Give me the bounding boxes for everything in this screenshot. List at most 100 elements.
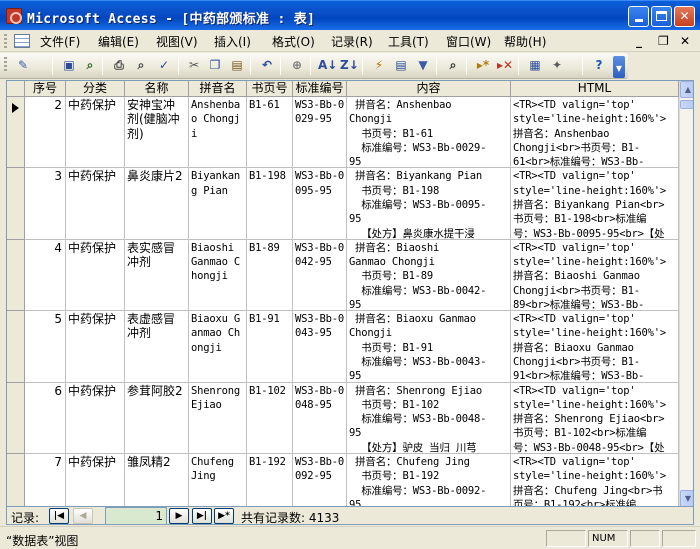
table-cell-name[interactable]: 鼻炎康片2 <box>125 168 189 240</box>
table-cell-seq[interactable]: 4 <box>25 239 66 312</box>
table-cell-content[interactable]: 拼音名：Shenrong Ejiao 书页号：B1-102 标准编号：WS3-B… <box>347 382 511 454</box>
table-cell-name[interactable]: 雏凤精2 <box>125 454 189 506</box>
column-header-col-pinyin[interactable]: 拼音名 <box>189 81 247 97</box>
table-cell-std[interactable]: WS3-Bb-0029-95 <box>293 97 347 169</box>
table-cell-category[interactable]: 中药保护 <box>66 97 125 169</box>
column-header-col-content[interactable]: 内容 <box>347 81 511 97</box>
file-search-icon[interactable]: ⌕ <box>81 57 99 74</box>
help-icon[interactable]: ? <box>590 57 608 74</box>
document-window-icon[interactable] <box>14 34 30 48</box>
column-header-col-seq[interactable]: 序号 <box>25 81 66 97</box>
cut-icon[interactable]: ✂ <box>185 57 203 74</box>
apply-filter-icon[interactable]: ▼ <box>414 57 432 74</box>
sort-descending-icon[interactable]: Z↓ <box>340 57 359 74</box>
first-record-button[interactable]: |◀ <box>49 508 69 524</box>
menu-item[interactable]: 插入(I) <box>214 33 251 50</box>
database-window-icon[interactable]: ▦ <box>526 57 544 74</box>
table-cell-pinyin[interactable]: Biaoshi Ganmao Chongji <box>189 239 247 312</box>
table-cell-category[interactable]: 中药保护 <box>66 382 125 454</box>
record-selector[interactable] <box>7 168 25 240</box>
column-header-col-std[interactable]: 标准编号 <box>293 81 347 97</box>
table-cell-html[interactable]: <TR><TD valign='top' style='line-height:1… <box>511 311 679 383</box>
table-cell-html[interactable]: <TR><TD valign='top' style='line-height:1… <box>511 454 679 506</box>
save-icon[interactable]: ▣ <box>60 57 78 74</box>
record-selector[interactable] <box>7 239 25 312</box>
select-all-corner[interactable] <box>7 81 25 97</box>
table-cell-pinyin[interactable]: Biyankang Pian <box>189 168 247 240</box>
table-cell-html[interactable]: <TR><TD valign='top' style='line-height:1… <box>511 97 679 169</box>
vertical-scrollbar[interactable]: ▲ ▼ <box>679 81 693 506</box>
delete-record-icon[interactable]: ▸✕ <box>496 57 514 74</box>
record-selector[interactable] <box>7 97 25 169</box>
toolbar-options-button[interactable]: ▼ <box>613 56 625 78</box>
table-cell-std[interactable]: WS3-Bb-0043-95 <box>293 311 347 383</box>
table-cell-pinyin[interactable]: Shenrong Ejiao <box>189 382 247 454</box>
menu-item[interactable]: 文件(F) <box>40 33 80 50</box>
table-cell-content[interactable]: 拼音名：Chufeng Jing 书页号：B1-192 标准编号：WS3-Bb-… <box>347 454 511 506</box>
table-cell-pinyin[interactable]: Anshenbao Chongji <box>189 97 247 169</box>
table-cell-html[interactable]: <TR><TD valign='top' style='line-height:1… <box>511 239 679 312</box>
toolbar-grip[interactable] <box>4 57 7 71</box>
table-cell-page[interactable]: B1-192 <box>247 454 293 506</box>
table-cell-category[interactable]: 中药保护 <box>66 168 125 240</box>
table-cell-name[interactable]: 表实感冒冲剂 <box>125 239 189 312</box>
table-cell-pinyin[interactable]: Chufeng Jing <box>189 454 247 506</box>
table-cell-page[interactable]: B1-198 <box>247 168 293 240</box>
table-cell-page[interactable]: B1-61 <box>247 97 293 169</box>
new-record-icon[interactable]: ▸* <box>474 57 492 74</box>
close-button[interactable]: ✕ <box>674 6 695 27</box>
column-header-col-html[interactable]: HTML <box>511 81 679 97</box>
menu-item[interactable]: 记录(R) <box>331 33 373 50</box>
mdi-close-icon[interactable]: ✕ <box>680 34 690 48</box>
menu-item[interactable]: 编辑(E) <box>98 33 139 50</box>
scroll-up-button[interactable]: ▲ <box>680 81 693 98</box>
table-cell-std[interactable]: WS3-Bb-0095-95 <box>293 168 347 240</box>
sort-ascending-icon[interactable]: A↓ <box>318 57 337 74</box>
table-cell-std[interactable]: WS3-Bb-0048-95 <box>293 382 347 454</box>
filter-by-selection-icon[interactable]: ⚡ <box>370 57 388 74</box>
access-app-icon[interactable] <box>6 8 22 24</box>
maximize-button[interactable] <box>651 6 672 27</box>
minimize-button[interactable] <box>628 6 649 27</box>
previous-record-button[interactable]: ◀ <box>73 508 93 524</box>
table-cell-name[interactable]: 安神宝冲剂(健脑冲剂) <box>125 97 189 169</box>
record-selector[interactable] <box>7 382 25 454</box>
menu-item[interactable]: 视图(V) <box>156 33 198 50</box>
record-selector[interactable] <box>7 311 25 383</box>
menu-item[interactable]: 格式(O) <box>272 33 315 50</box>
table-cell-seq[interactable]: 7 <box>25 454 66 506</box>
table-cell-seq[interactable]: 3 <box>25 168 66 240</box>
table-cell-seq[interactable]: 2 <box>25 97 66 169</box>
table-cell-content[interactable]: 拼音名：Biaoxu Ganmao Chongji 书页号：B1-91 标准编号：… <box>347 311 511 383</box>
table-cell-std[interactable]: WS3-Bb-0042-95 <box>293 239 347 312</box>
table-cell-seq[interactable]: 6 <box>25 382 66 454</box>
table-cell-content[interactable]: 拼音名：Biaoshi Ganmao Chongji 书页号：B1-89 标准编号… <box>347 239 511 312</box>
table-cell-content[interactable]: 拼音名：Biyankang Pian 书页号：B1-198 标准编号：WS3-B… <box>347 168 511 240</box>
table-cell-page[interactable]: B1-89 <box>247 239 293 312</box>
scroll-thumb[interactable] <box>680 100 693 109</box>
column-header-col-page[interactable]: 书页号 <box>247 81 293 97</box>
print-preview-icon[interactable]: ⌕ <box>132 57 150 74</box>
menubar-grip[interactable] <box>4 34 7 48</box>
current-record-input[interactable]: 1 <box>105 507 167 525</box>
hyperlink-icon[interactable]: ⊕ <box>288 57 306 74</box>
column-header-col-name[interactable]: 名称 <box>125 81 189 97</box>
filter-by-form-icon[interactable]: ▤ <box>392 57 410 74</box>
find-icon[interactable]: ⌕ <box>444 57 462 74</box>
table-cell-name[interactable]: 参茸阿胶2 <box>125 382 189 454</box>
table-cell-category[interactable]: 中药保护 <box>66 454 125 506</box>
table-cell-page[interactable]: B1-102 <box>247 382 293 454</box>
new-object-icon[interactable]: ✦ <box>548 57 566 74</box>
next-record-button[interactable]: ▶ <box>169 508 189 524</box>
print-icon[interactable]: ⎙ <box>110 57 128 74</box>
menu-item[interactable]: 窗口(W) <box>446 33 491 50</box>
menu-item[interactable]: 帮助(H) <box>504 33 546 50</box>
column-header-col-category[interactable]: 分类 <box>66 81 125 97</box>
undo-icon[interactable]: ↶ <box>258 57 276 74</box>
spelling-icon[interactable]: ✓ <box>155 57 173 74</box>
table-cell-std[interactable]: WS3-Bb-0092-95 <box>293 454 347 506</box>
menu-item[interactable]: 工具(T) <box>388 33 429 50</box>
record-selector[interactable] <box>7 454 25 506</box>
datasheet[interactable]: 序号 分类 名称 拼音名 书页号 标准编号 内容 HTML 2 中药保护 安神宝冲剂(健脑冲剂) An… <box>6 80 694 507</box>
scroll-down-button[interactable]: ▼ <box>680 490 693 506</box>
